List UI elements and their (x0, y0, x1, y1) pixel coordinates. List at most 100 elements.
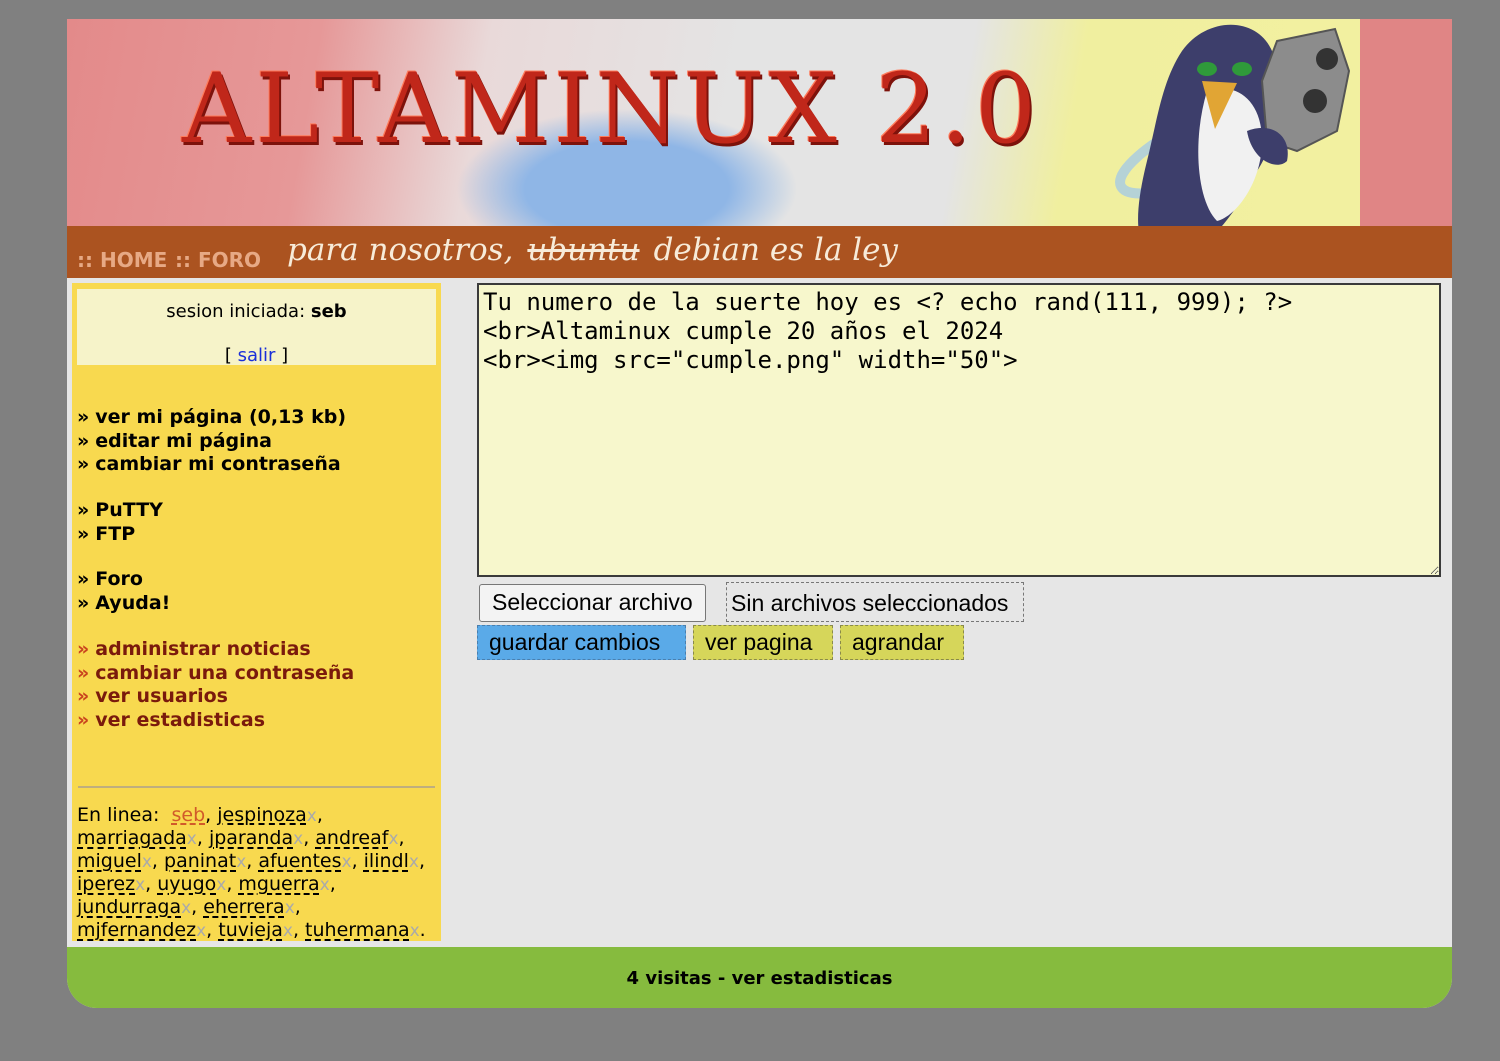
page-editor-textarea[interactable]: Tu numero de la suerte hoy es <? echo ra… (477, 283, 1441, 577)
online-user[interactable]: miguel (77, 850, 142, 872)
logout-link[interactable]: salir (238, 345, 276, 366)
menu-item-ftp[interactable]: » FTP (77, 523, 163, 547)
nav-home-link[interactable]: :: HOME (77, 248, 167, 272)
online-user[interactable]: eherrera (203, 896, 284, 918)
kick-user-icon[interactable]: x (135, 875, 145, 895)
menu-item-editar-mi-pagina[interactable]: » editar mi página (77, 430, 346, 454)
online-user[interactable]: afuentes (258, 850, 341, 872)
online-label: En linea: (77, 804, 160, 826)
menu-item-putty[interactable]: » PuTTY (77, 499, 163, 523)
session-box: sesion iniciada: seb [ salir ] (77, 289, 436, 366)
online-user[interactable]: marriagada (77, 827, 187, 849)
kick-user-icon[interactable]: x (307, 806, 317, 826)
menu-item-foro[interactable]: » Foro (77, 568, 170, 592)
arrow-icon: » (77, 499, 90, 521)
menu-item-label: administrar noticias (95, 638, 311, 660)
online-user[interactable]: tuhermana (305, 919, 410, 941)
kick-user-icon[interactable]: x (285, 898, 295, 918)
menu-item-label: Ayuda! (95, 591, 171, 614)
menu-item-label: ver mi página (0,13 kb) (95, 406, 347, 428)
menu-item-cambiar-mi-contrasena[interactable]: » cambiar mi contraseña (77, 453, 346, 477)
arrow-icon: » (77, 685, 90, 708)
arrow-icon: » (77, 591, 90, 614)
menu-item-ayuda[interactable]: » Ayuda! (77, 592, 170, 616)
kick-user-icon[interactable]: x (283, 921, 293, 941)
menu-item-label: ver usuarios (95, 685, 228, 708)
kick-user-icon[interactable]: x (293, 829, 303, 849)
online-user[interactable]: mguerra (238, 873, 319, 895)
site-logo: ALTAMINUX 2.0 (182, 53, 1041, 165)
slogan-struck-word: ubuntu (527, 232, 640, 268)
arrow-icon: » (77, 708, 90, 731)
kick-user-icon[interactable]: x (187, 829, 197, 849)
online-user[interactable]: seb (172, 804, 206, 826)
online-user[interactable]: paninat (164, 850, 236, 872)
nav-foro-link[interactable]: :: FORO (175, 248, 261, 272)
sidebar: sesion iniciada: seb [ salir ] » ver mi p… (72, 283, 441, 941)
kick-user-icon[interactable]: x (236, 852, 246, 872)
select-file-button[interactable]: Seleccionar archivo (479, 584, 706, 622)
arrow-icon: » (77, 453, 90, 476)
online-user[interactable]: andreaf (315, 827, 388, 849)
online-user[interactable]: uyugo (157, 873, 216, 895)
arrow-icon: » (77, 568, 90, 590)
slogan-before: para nosotros, (287, 232, 514, 268)
online-user[interactable]: jespinoza (217, 804, 307, 826)
admin-menu: » administrar noticias » cambiar una contr… (77, 638, 354, 732)
kick-user-icon[interactable]: x (181, 898, 191, 918)
footer-stats-link[interactable]: 4 visitas - ver estadisticas (627, 968, 893, 989)
online-user[interactable]: mjfernandez (77, 919, 196, 941)
kick-user-icon[interactable]: x (410, 921, 420, 941)
divider (78, 786, 435, 788)
file-status-text: Sin archivos seleccionados (726, 582, 1024, 622)
menu-item-label: editar mi página (95, 429, 272, 452)
kick-user-icon[interactable]: x (216, 875, 226, 895)
arrow-icon: » (77, 406, 90, 428)
nav-bar: :: HOME :: FORO para nosotros, ubuntu debi… (67, 226, 1452, 278)
online-user[interactable]: jparanda (209, 827, 293, 849)
site-banner: ALTAMINUX 2.0 (67, 19, 1452, 260)
online-user[interactable]: ilindl (364, 850, 409, 872)
menu-item-label: ver estadisticas (95, 708, 266, 731)
menu-item-ver-usuarios[interactable]: » ver usuarios (77, 685, 354, 709)
menu-item-label: PuTTY (95, 499, 163, 521)
logout-bracket-open: [ (224, 345, 232, 366)
kick-user-icon[interactable]: x (342, 852, 352, 872)
footer: 4 visitas - ver estadisticas (67, 947, 1452, 1008)
arrow-icon: » (77, 522, 90, 545)
session-status: sesion iniciada: seb (77, 301, 436, 322)
online-user[interactable]: tuvieja (218, 919, 283, 941)
user-menu-page: » ver mi página (0,13 kb) » editar mi pági… (77, 406, 346, 477)
menu-item-label: FTP (95, 522, 136, 545)
slogan-after: debian es la ley (653, 232, 898, 268)
logout-bracket-close: ] (281, 345, 289, 366)
enlarge-editor-button[interactable]: agrandar (840, 625, 964, 660)
kick-user-icon[interactable]: x (388, 829, 398, 849)
user-menu-tools: » PuTTY » FTP (77, 499, 163, 546)
site-slogan: para nosotros, ubuntu debian es la ley (287, 232, 898, 268)
online-users: En linea: seb, jespinozax, marriagadax, … (77, 804, 426, 942)
online-user[interactable]: jundurraga (77, 896, 181, 918)
menu-item-administrar-noticias[interactable]: » administrar noticias (77, 638, 354, 662)
session-label: sesion iniciada: (166, 301, 306, 322)
kick-user-icon[interactable]: x (409, 852, 419, 872)
menu-item-label: Foro (95, 568, 143, 590)
arrow-icon: » (77, 429, 90, 452)
save-changes-button[interactable]: guardar cambios (477, 625, 686, 660)
menu-item-label: cambiar mi contraseña (95, 453, 341, 476)
page-container: ALTAMINUX 2.0 :: HOME :: FORO para nosot… (67, 19, 1452, 1008)
online-user[interactable]: iperez (77, 873, 135, 895)
user-menu-help: » Foro » Ayuda! (77, 568, 170, 615)
session-user: seb (310, 301, 347, 322)
logout-line: [ salir ] (77, 345, 436, 366)
kick-user-icon[interactable]: x (320, 875, 330, 895)
kick-user-icon[interactable]: x (142, 852, 152, 872)
arrow-icon: » (77, 661, 90, 684)
arrow-icon: » (77, 638, 90, 660)
kick-user-icon[interactable]: x (196, 921, 206, 941)
menu-item-ver-estadisticas[interactable]: » ver estadisticas (77, 709, 354, 733)
menu-item-label: cambiar una contraseña (95, 661, 355, 684)
menu-item-cambiar-una-contrasena[interactable]: » cambiar una contraseña (77, 662, 354, 686)
menu-item-ver-mi-pagina[interactable]: » ver mi página (0,13 kb) (77, 406, 346, 430)
view-page-button[interactable]: ver pagina (693, 625, 833, 660)
